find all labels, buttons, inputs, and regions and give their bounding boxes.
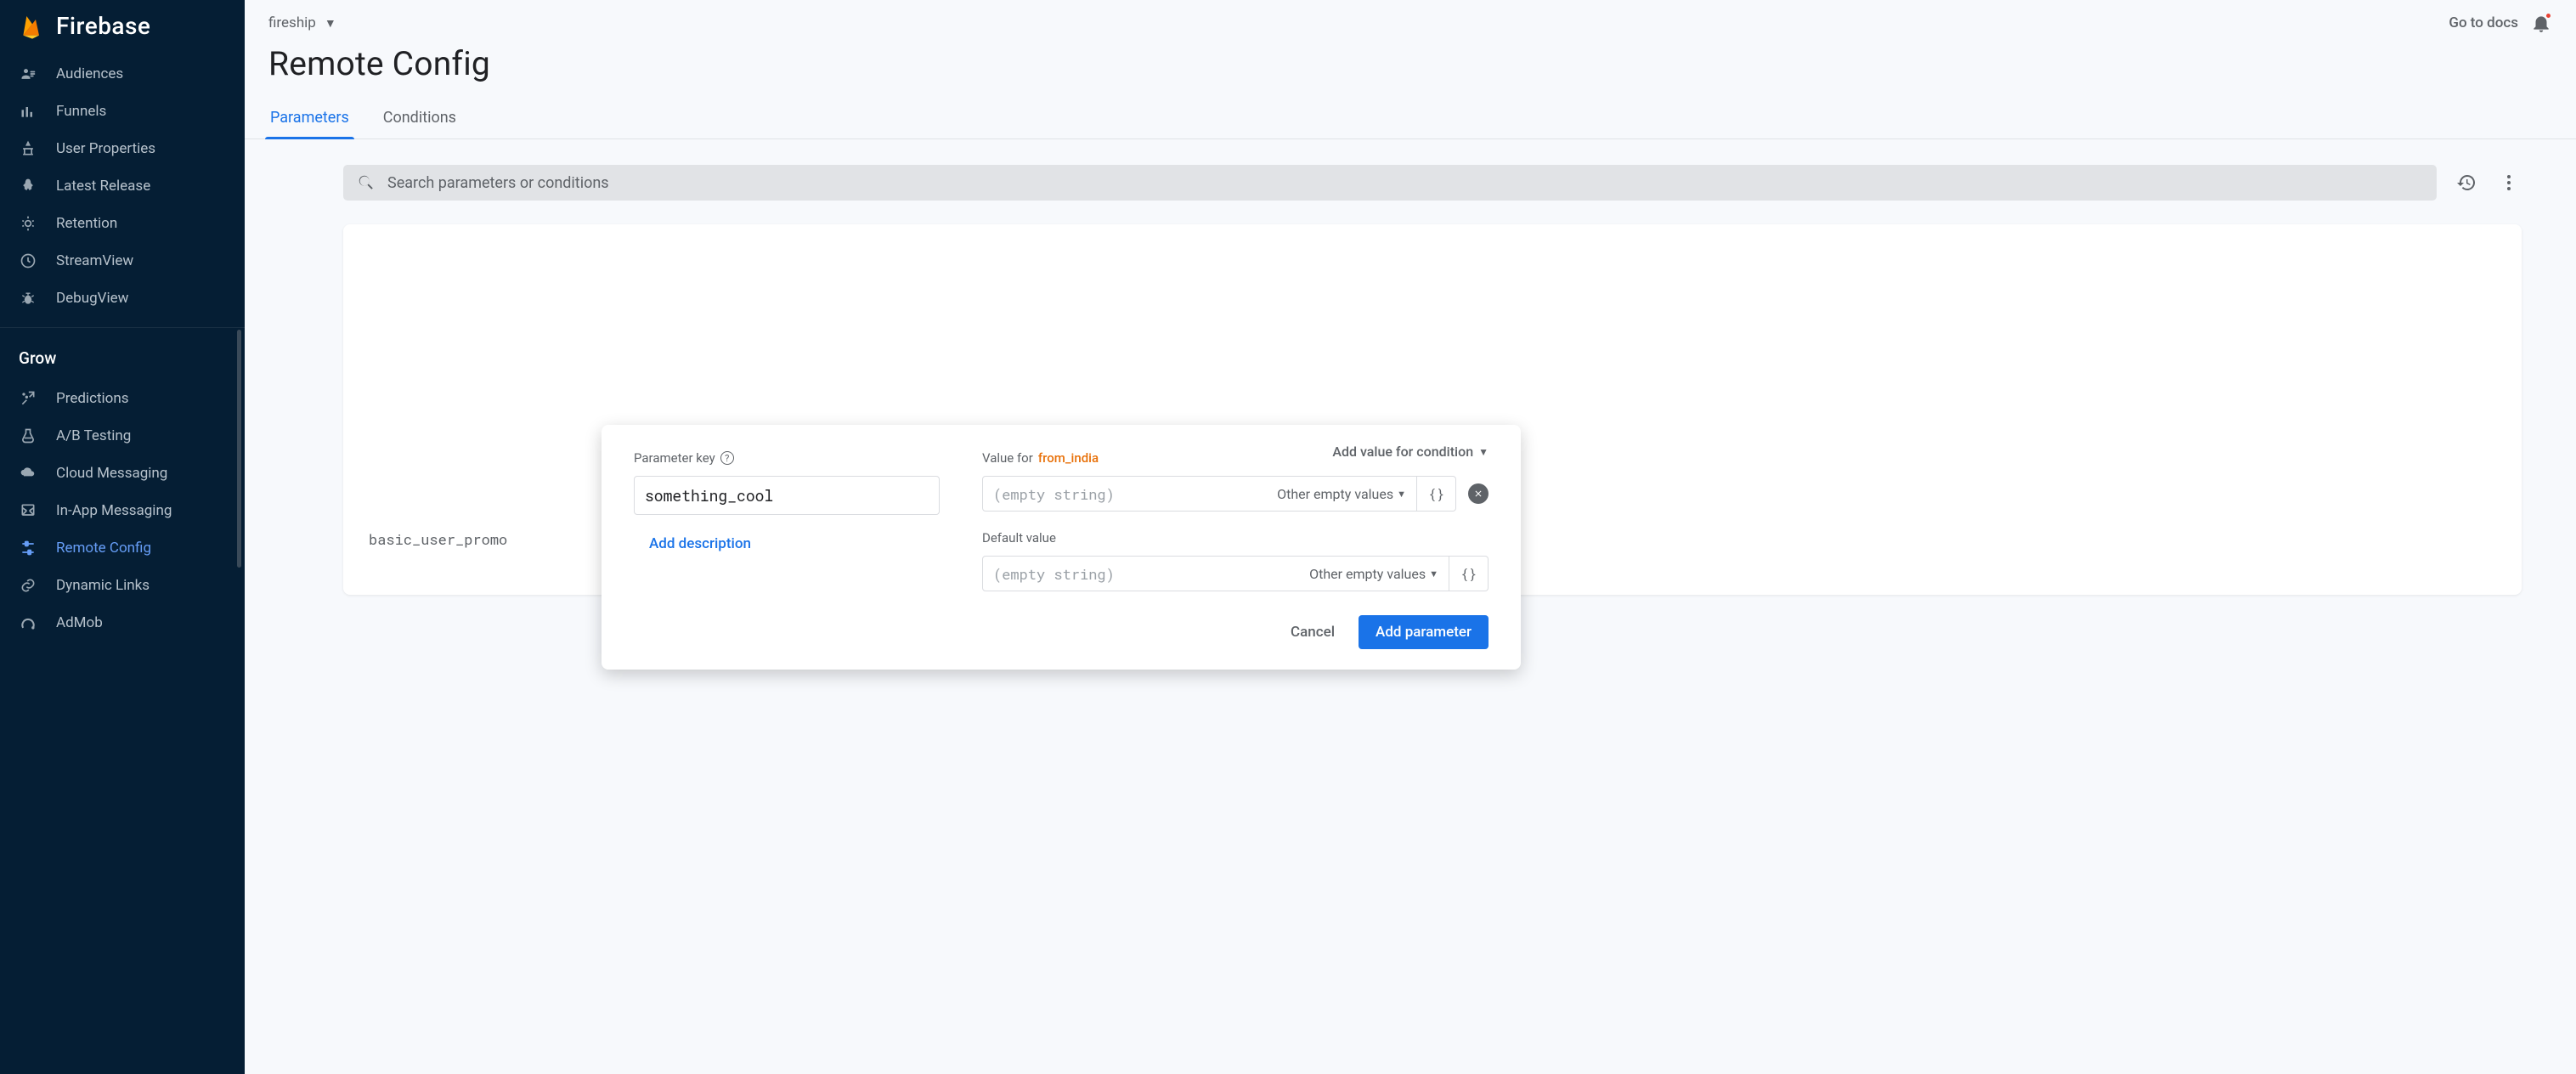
sidebar-section-grow: Grow [0, 345, 245, 380]
sidebar-item-admob[interactable]: AdMob [0, 604, 245, 642]
history-icon [2456, 172, 2477, 193]
project-selector[interactable]: fireship ▼ [268, 14, 336, 31]
add-value-for-condition-button[interactable]: Add value for condition ▼ [1332, 444, 1489, 460]
sidebar-item-user-properties[interactable]: User Properties [0, 130, 245, 167]
sidebar-item-audiences[interactable]: Audiences [0, 55, 245, 93]
more-menu-button[interactable] [2496, 170, 2522, 195]
admob-icon [19, 613, 37, 632]
sidebar-scrollbar[interactable] [237, 330, 241, 568]
project-name: fireship [268, 14, 316, 31]
sidebar-item-label: In-App Messaging [56, 502, 172, 519]
sidebar-item-latest-release[interactable]: Latest Release [0, 167, 245, 205]
condition-value-input[interactable] [993, 484, 1268, 504]
audiences-icon [19, 65, 37, 83]
sidebar-item-remote-config[interactable]: Remote Config [0, 529, 245, 567]
sidebar-item-dynamic-links[interactable]: Dynamic Links [0, 567, 245, 604]
remove-condition-button[interactable] [1468, 483, 1489, 504]
edit-parameter-card: Parameter key ? Add description Add valu… [602, 425, 1521, 670]
topbar: fireship ▼ Go to docs [245, 0, 2576, 37]
param-key-label: Parameter key ? [634, 450, 940, 466]
tab-conditions[interactable]: Conditions [381, 99, 458, 138]
json-braces-button[interactable]: {} [1417, 476, 1456, 512]
sidebar-item-label: Latest Release [56, 178, 150, 195]
sidebar-item-label: Predictions [56, 390, 129, 407]
sidebar-item-label: StreamView [56, 252, 133, 269]
sidebar-item-label: DebugView [56, 290, 128, 307]
add-description-button[interactable]: Add description [649, 535, 751, 552]
retention-icon [19, 214, 37, 233]
notification-dot-icon [2545, 12, 2552, 20]
sidebar-item-label: AdMob [56, 614, 103, 631]
notifications-button[interactable] [2530, 12, 2552, 34]
sidebar-item-label: Remote Config [56, 540, 151, 557]
sidebar-item-predictions[interactable]: Predictions [0, 380, 245, 417]
sidebar-item-label: Cloud Messaging [56, 465, 167, 482]
caret-down-icon: ▼ [1478, 446, 1489, 458]
sidebar-item-in-app-messaging[interactable]: In-App Messaging [0, 492, 245, 529]
predictions-icon [19, 389, 37, 408]
history-button[interactable] [2454, 170, 2479, 195]
user-properties-icon [19, 139, 37, 158]
sidebar-item-label: User Properties [56, 140, 155, 157]
search-icon [357, 173, 376, 192]
condition-name: from_india [1038, 450, 1099, 466]
search-input[interactable] [387, 174, 2423, 192]
sidebar-item-streamview[interactable]: StreamView [0, 242, 245, 280]
brand[interactable]: Firebase [0, 0, 245, 55]
caret-down-icon: ▼ [1429, 568, 1438, 579]
condition-value-input-wrap: Other empty values ▼ [982, 476, 1417, 512]
caret-down-icon: ▼ [325, 16, 336, 31]
toolbar [343, 165, 2522, 201]
sidebar-item-funnels[interactable]: Funnels [0, 93, 245, 130]
other-empty-values-dropdown[interactable]: Other empty values ▼ [1277, 486, 1406, 502]
sidebar-item-ab-testing[interactable]: A/B Testing [0, 417, 245, 455]
go-to-docs-link[interactable]: Go to docs [2449, 14, 2518, 31]
default-value-label: Default value [982, 530, 1489, 545]
streamview-icon [19, 252, 37, 270]
tab-parameters[interactable]: Parameters [268, 99, 351, 138]
remote-config-icon [19, 539, 37, 557]
param-key: basic_user_promo [369, 529, 641, 549]
funnels-icon [19, 102, 37, 121]
add-parameter-button[interactable]: Add parameter [1359, 615, 1489, 649]
latest-release-icon [19, 177, 37, 195]
sidebar-item-debugview[interactable]: DebugView [0, 280, 245, 317]
sidebar-item-cloud-messaging[interactable]: Cloud Messaging [0, 455, 245, 492]
search-box[interactable] [343, 165, 2437, 201]
default-value-input-wrap: Other empty values ▼ [982, 556, 1449, 591]
help-icon[interactable]: ? [720, 451, 734, 465]
main: fireship ▼ Go to docs Remote Config Para… [245, 0, 2576, 1074]
debugview-icon [19, 289, 37, 308]
sidebar-grow-list: Predictions A/B Testing Cloud Messaging … [0, 380, 245, 642]
cloud-messaging-icon [19, 464, 37, 483]
firebase-logo-icon [19, 13, 46, 40]
json-braces-button[interactable]: {} [1449, 556, 1489, 591]
sidebar-item-label: Dynamic Links [56, 577, 150, 594]
default-value-input[interactable] [993, 564, 1301, 584]
dynamic-links-icon [19, 576, 37, 595]
sidebar-item-retention[interactable]: Retention [0, 205, 245, 242]
content: basic_user_promo (empty string) + 1 cond… [245, 139, 2576, 620]
caret-down-icon: ▼ [1397, 489, 1406, 500]
sidebar-item-label: Funnels [56, 103, 106, 120]
ab-testing-icon [19, 427, 37, 445]
close-icon [1473, 489, 1483, 499]
in-app-messaging-icon [19, 501, 37, 520]
sidebar-item-label: Audiences [56, 65, 123, 82]
sidebar-top-list: Audiences Funnels User Properties Latest… [0, 55, 245, 317]
page-title: Remote Config [245, 37, 2576, 99]
cancel-button[interactable]: Cancel [1291, 624, 1335, 641]
more-vert-icon [2499, 172, 2519, 193]
sidebar-divider [0, 327, 245, 328]
sidebar-item-label: A/B Testing [56, 427, 131, 444]
sidebar-item-label: Retention [56, 215, 117, 232]
other-empty-values-dropdown[interactable]: Other empty values ▼ [1309, 566, 1438, 582]
param-key-input[interactable] [634, 476, 940, 515]
tabs: Parameters Conditions [245, 99, 2576, 139]
sidebar: Firebase Audiences Funnels User Properti… [0, 0, 245, 1074]
brand-name: Firebase [56, 12, 150, 40]
